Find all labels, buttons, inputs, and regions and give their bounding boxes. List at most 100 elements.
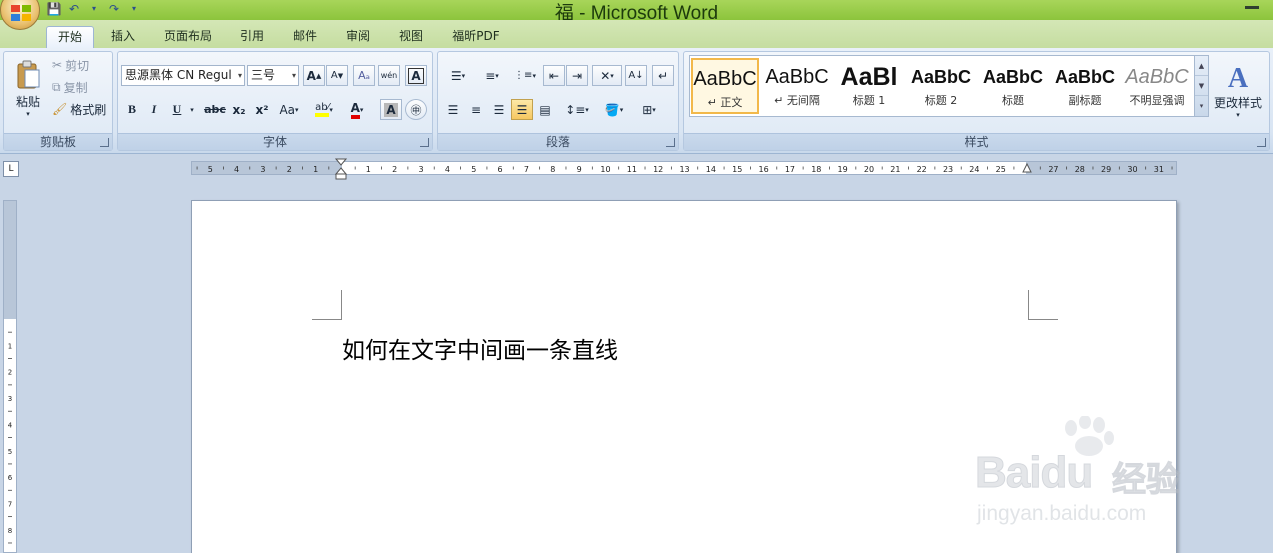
shrink-font-button[interactable]: A ▼ [326,65,348,86]
title-bar: 💾 ↶ ▾ ↷ ▾ 福 - Microsoft Word [0,0,1273,24]
font-color-button[interactable]: A ▾ [342,99,372,120]
align-right-button[interactable]: ☰ [488,99,510,120]
paste-dropdown-icon[interactable]: ▾ [26,110,30,118]
tab-view[interactable]: 视图 [391,26,431,48]
ruler-number: 4 [234,165,239,174]
font-size-value: 三号 [251,68,276,82]
style-sample: AaBbC [1125,66,1189,88]
vertical-ruler-number: 8 [8,527,12,535]
tab-insert[interactable]: 插入 [103,26,143,48]
style-title[interactable]: AaBbC 标题 [979,58,1047,114]
vertical-ruler-number: 5 [8,448,12,456]
style-heading-2[interactable]: AaBbC 标题 2 [907,58,975,114]
subscript-button[interactable]: x₂ [228,99,250,120]
font-launcher-icon[interactable] [420,138,429,147]
change-styles-button[interactable]: A 更改样式 ▾ [1210,56,1266,126]
ruler-number: 7 [524,165,529,174]
style-heading-1[interactable]: AaBl 标题 1 [835,58,903,114]
style-normal[interactable]: AaBbC ↵ 正文 [691,58,759,114]
paint-bucket-icon: 🪣 [604,102,620,117]
align-left-button[interactable]: ☰ [442,99,464,120]
styles-launcher-icon[interactable] [1257,138,1266,147]
change-case-label: Aa [279,102,296,117]
tab-references[interactable]: 引用 [232,26,272,48]
style-name: 标题 2 [924,94,958,107]
increase-indent-button[interactable]: ⇥ [566,65,588,86]
underline-dropdown-icon[interactable]: ▾ [186,99,198,120]
strikethrough-button[interactable]: abc [202,99,228,120]
grow-font-icon: A [306,68,316,83]
vertical-ruler[interactable]: 432112345678 [3,200,17,553]
change-case-button[interactable]: Aa ▾ [275,99,303,120]
change-styles-label: 更改样式 [1213,95,1262,110]
gallery-up-icon[interactable]: ▲ [1195,56,1208,76]
justify-button[interactable]: ☰ [511,99,533,120]
shrink-font-icon: A [330,70,338,81]
numbering-button[interactable]: ≡ ▾ [476,65,508,86]
style-subtitle[interactable]: AaBbC 副标题 [1051,58,1119,114]
ruler-number: 19 [838,165,848,174]
bullets-button[interactable]: ☰ ▾ [442,65,474,86]
underline-button[interactable]: U [166,99,188,120]
ruler-number: 27 [1048,165,1058,174]
enclose-characters-button[interactable]: ㊥ [405,99,427,120]
styles-group-label: 样式 [684,133,1269,150]
paragraph-launcher-icon[interactable] [666,138,675,147]
minimize-button[interactable] [1245,6,1259,9]
numbering-icon: ≡ [485,68,496,83]
right-indent-marker[interactable] [1022,163,1032,173]
style-sample: AaBbC [982,67,1043,87]
clipboard-launcher-icon[interactable] [100,138,109,147]
cut-button[interactable]: ✂ 剪切 [52,55,89,75]
character-shading-button[interactable]: A [380,99,402,120]
character-border-icon: A [408,67,424,84]
gallery-down-icon[interactable]: ▼ [1195,76,1208,96]
document-text[interactable]: 如何在文字中间画一条直线 [342,331,618,365]
italic-button[interactable]: I [143,99,165,120]
shading-button[interactable]: 🪣 ▾ [598,99,630,120]
scissors-icon: ✂ [52,58,63,72]
line-spacing-button[interactable]: ↕≡ ▾ [561,99,593,120]
multilevel-list-button[interactable]: ⋮≡ ▾ [510,65,540,86]
watermark-brand: Baidu [974,448,1093,498]
borders-button[interactable]: ⊞ ▾ [633,99,665,120]
bold-button[interactable]: B [121,99,143,120]
tab-foxit-pdf[interactable]: 福昕PDF [446,26,506,48]
first-line-indent-marker[interactable] [335,158,347,180]
style-sample: AaBbC [765,66,829,88]
highlight-color-button[interactable]: ab⁄ ▾ [309,99,339,120]
tab-mailings[interactable]: 邮件 [285,26,325,48]
style-no-spacing[interactable]: AaBbC ↵ 无间隔 [763,58,831,114]
decrease-indent-button[interactable]: ⇤ [543,65,565,86]
chinese-layout-button[interactable]: ✕ ▾ [592,65,622,86]
clear-format-button[interactable]: Aₐ [353,65,375,86]
bullets-icon: ☰ [450,68,462,83]
format-painter-button[interactable]: 🖌 格式刷 [52,99,106,119]
style-subtle-emphasis[interactable]: AaBbC 不明显强调 [1123,58,1191,114]
align-right-icon: ☰ [493,102,505,117]
tab-page-layout[interactable]: 页面布局 [156,26,220,48]
style-sample: AaBbC [1054,67,1115,87]
sort-icon: A↓ [628,70,644,81]
tab-selector-button[interactable]: L [3,161,19,177]
gallery-more-icon[interactable]: ▾ [1195,96,1208,116]
ruler-number: 5 [471,165,476,174]
tab-review[interactable]: 审阅 [338,26,378,48]
superscript-button[interactable]: x² [251,99,273,120]
sort-button[interactable]: A↓ [625,65,647,86]
styles-gallery-scroll: ▲ ▼ ▾ [1194,55,1209,117]
align-center-button[interactable]: ≡ [465,99,487,120]
grow-font-button[interactable]: A ▲ [303,65,325,86]
font-size-select[interactable]: 三号 ▾ [247,65,299,86]
tab-home[interactable]: 开始 [46,26,94,48]
ruler-number: 1 [313,165,318,174]
show-marks-button[interactable]: ↵ [652,65,674,86]
character-border-button[interactable]: A [405,65,427,86]
paste-button[interactable]: 粘贴 ▾ [8,54,48,124]
font-size-dropdown-icon: ▾ [291,71,296,80]
paste-label: 粘贴 [15,95,40,109]
copy-button[interactable]: ⧉ 复制 [52,77,88,97]
font-family-select[interactable]: 思源黑体 CN Regul ▾ [121,65,245,86]
distributed-button[interactable]: ▤ [534,99,556,120]
phonetic-guide-button[interactable]: wén [378,65,400,86]
